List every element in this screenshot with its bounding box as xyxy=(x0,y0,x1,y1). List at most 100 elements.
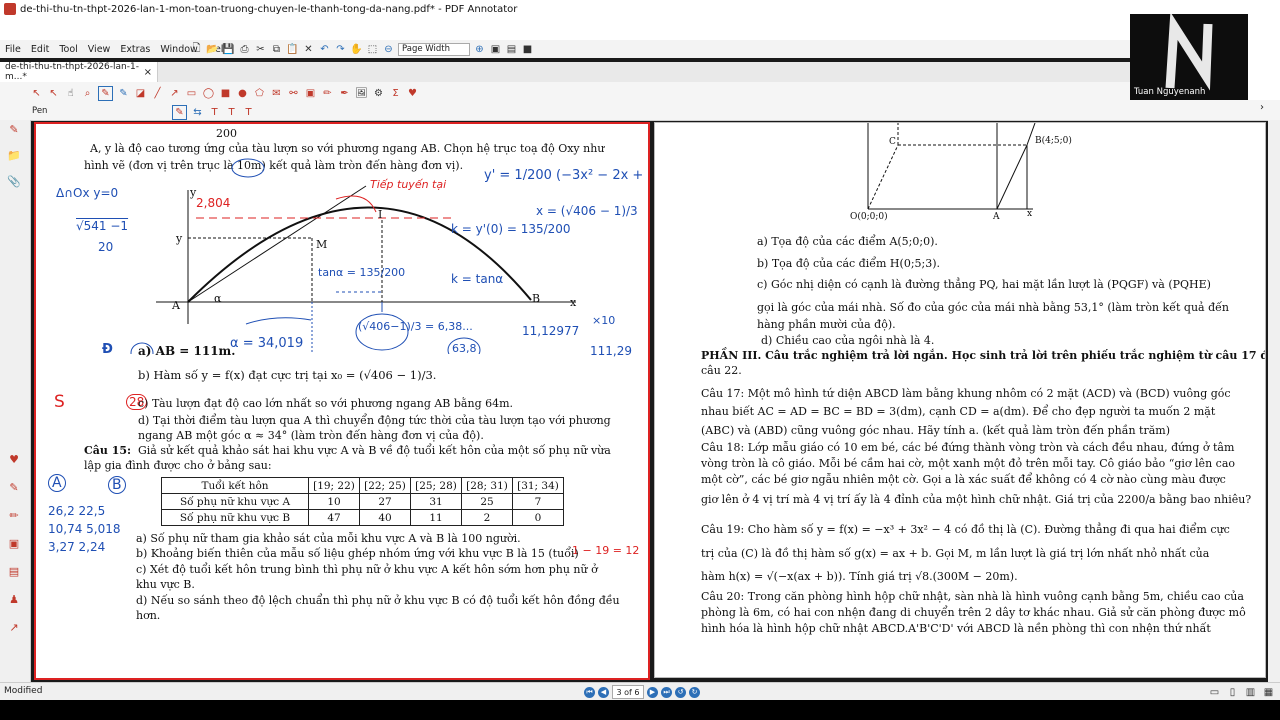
forward-icon[interactable]: ↻ xyxy=(689,686,700,698)
pdf-page-left[interactable]: 200 A, y là độ cao tương ứng của tàu lượ… xyxy=(34,122,650,680)
ink-mark-d: Đ xyxy=(102,342,113,357)
question-15-title: Câu 15: xyxy=(84,444,132,457)
text-box-icon[interactable]: ✉ xyxy=(270,87,283,100)
continuous-view-icon[interactable]: ▯ xyxy=(1226,686,1239,699)
filled-ellipse-icon[interactable]: ● xyxy=(236,87,249,100)
select-arrow-icon[interactable]: ↖ xyxy=(47,87,60,100)
question-15-c-line-2: khu vực B. xyxy=(136,578,195,591)
next-page-icon[interactable]: ▶ xyxy=(647,686,658,698)
marker-icon[interactable]: ✒ xyxy=(338,87,351,100)
first-page-icon[interactable]: ⏮ xyxy=(584,686,595,698)
pen-favorite-icon[interactable]: ✎ xyxy=(7,480,21,494)
figure-label-x: x xyxy=(1027,209,1033,219)
table-cell: 27 xyxy=(359,493,411,510)
link-icon[interactable]: ⚯ xyxy=(287,87,300,100)
menu-extras[interactable]: Extras xyxy=(115,44,155,55)
pen-style-icon[interactable]: ✎ xyxy=(172,105,187,120)
tool-name-label: Pen xyxy=(32,106,48,116)
arrow-icon[interactable]: ↗ xyxy=(168,87,181,100)
document-tab-label: de-thi-thu-tn-thpt-2026-lan-1-m...* xyxy=(5,62,139,82)
two-page-view-icon[interactable]: ▥ xyxy=(1244,686,1257,699)
text-style-icon[interactable]: T xyxy=(208,106,221,119)
shapes-icon[interactable]: ⚙ xyxy=(372,87,385,100)
highlighter-favorite-icon[interactable]: ▤ xyxy=(7,564,21,578)
select-icon[interactable]: ⬚ xyxy=(366,43,379,56)
pencil-icon[interactable]: ✏ xyxy=(321,87,334,100)
graph-label-m: M xyxy=(316,238,328,251)
image-icon[interactable]: 🖼 xyxy=(355,87,368,100)
single-page-view-icon[interactable]: ▭ xyxy=(1208,686,1221,699)
arrow-favorite-icon[interactable]: ↗ xyxy=(7,620,21,634)
eraser-icon[interactable]: ◪ xyxy=(134,87,147,100)
zoom-select[interactable]: Page Width xyxy=(398,42,470,56)
table-cell: 7 xyxy=(512,493,564,510)
highlighter-icon[interactable]: ✎ xyxy=(117,87,130,100)
menu-edit[interactable]: Edit xyxy=(26,44,54,55)
line-icon[interactable]: ╱ xyxy=(151,87,164,100)
underline-icon[interactable]: T xyxy=(242,106,255,119)
hand-icon[interactable]: ✋ xyxy=(350,43,363,56)
signature-favorite-icon[interactable]: ♟ xyxy=(7,592,21,606)
pen-sidebar-icon[interactable]: ✎ xyxy=(7,122,21,136)
undo-icon[interactable]: ↶ xyxy=(318,43,331,56)
fit-page-icon[interactable]: ▣ xyxy=(489,43,502,56)
two-page-continuous-icon[interactable]: ▦ xyxy=(1262,686,1275,699)
pen-tool-icon[interactable]: ✎ xyxy=(98,86,113,101)
ink-note-9: k = tanα xyxy=(451,272,504,286)
last-page-icon[interactable]: ⏭ xyxy=(661,686,672,698)
paste-icon[interactable]: 📋 xyxy=(286,43,299,56)
pdf-page-right[interactable]: C B(4;5;0) O(0;0;0) A x a) Tọa độ của cá… xyxy=(654,122,1266,678)
zoom-in-icon[interactable]: ⊕ xyxy=(473,43,486,56)
table-row: Số phụ nữ khu vực A 10 27 31 25 7 xyxy=(161,493,564,510)
ellipse-icon[interactable]: ◯ xyxy=(202,87,215,100)
close-tab-icon[interactable]: × xyxy=(144,67,152,78)
attachment-sidebar-icon[interactable]: 📎 xyxy=(7,174,21,188)
back-icon[interactable]: ↺ xyxy=(675,686,686,698)
collapse-panel-icon[interactable]: › xyxy=(1260,102,1264,113)
statement-d-line-1: d) Tại thời điểm tàu lượn qua A thì chuy… xyxy=(138,414,611,427)
house-statement-b: b) Tọa độ của các điểm H(0;5;3). xyxy=(757,257,941,270)
zoom-out-icon[interactable]: ⊖ xyxy=(382,43,395,56)
menu-view[interactable]: View xyxy=(83,44,116,55)
marker-favorite-icon[interactable]: ✏ xyxy=(7,508,21,522)
save-icon[interactable]: 💾 xyxy=(222,43,235,56)
hand-tool-icon[interactable]: ☝ xyxy=(64,87,77,100)
vertical-scrollbar[interactable] xyxy=(1268,120,1280,682)
ink-note-4: 2,804 xyxy=(196,196,231,210)
document-tab[interactable]: de-thi-thu-tn-thpt-2026-lan-1-m...* × xyxy=(0,62,158,82)
rectangle-icon[interactable]: ▭ xyxy=(185,87,198,100)
pen-width-icon[interactable]: ⇆ xyxy=(191,106,204,119)
favorite-heart-icon[interactable]: ♥ xyxy=(406,87,419,100)
menu-tool[interactable]: Tool xyxy=(54,44,82,55)
polygon-icon[interactable]: ⬠ xyxy=(253,87,266,100)
statement-a: a) AB = 111m. xyxy=(138,344,236,358)
view-mode-buttons: ▭ ▯ ▥ ▦ xyxy=(1208,686,1275,699)
menu-file[interactable]: File xyxy=(0,44,26,55)
filled-rectangle-icon[interactable]: ■ xyxy=(219,87,232,100)
folder-sidebar-icon[interactable]: 📁 xyxy=(7,148,21,162)
redo-icon[interactable]: ↷ xyxy=(334,43,347,56)
stamp-favorite-icon[interactable]: ▣ xyxy=(7,536,21,550)
favorites-sidebar-icon[interactable]: ♥ xyxy=(7,452,21,466)
pointer-icon[interactable]: ↖ xyxy=(30,87,43,100)
strikethrough-icon[interactable]: T xyxy=(225,106,238,119)
page-number-field[interactable]: 3 of 6 xyxy=(612,685,644,699)
ink-blue-arrow xyxy=(245,317,312,325)
delete-icon[interactable]: ✕ xyxy=(302,43,315,56)
copy-icon[interactable]: ⧉ xyxy=(270,43,283,56)
fit-width-icon[interactable]: ▤ xyxy=(505,43,518,56)
zoom-tool-icon[interactable]: ⌕ xyxy=(81,87,94,100)
fullscreen-icon[interactable]: ■ xyxy=(521,43,534,56)
sigma-icon[interactable]: Σ xyxy=(389,87,402,100)
cut-icon[interactable]: ✂ xyxy=(254,43,267,56)
table-header-cell: Tuổi kết hôn xyxy=(161,477,309,494)
print-icon[interactable]: ⎙ xyxy=(238,43,251,56)
previous-page-icon[interactable]: ◀ xyxy=(598,686,609,698)
new-document-icon[interactable]: 🗋 xyxy=(190,43,203,56)
stamp-icon[interactable]: ▣ xyxy=(304,87,317,100)
document-tab-bar: de-thi-thu-tn-thpt-2026-lan-1-m...* × xyxy=(0,62,1280,82)
ink-note-10: tanα = 135/200 xyxy=(318,266,406,279)
table-header-cell: [28; 31) xyxy=(461,477,513,494)
open-folder-icon[interactable]: 📂 xyxy=(206,43,219,56)
ink-mark-area-b: B xyxy=(108,476,126,494)
